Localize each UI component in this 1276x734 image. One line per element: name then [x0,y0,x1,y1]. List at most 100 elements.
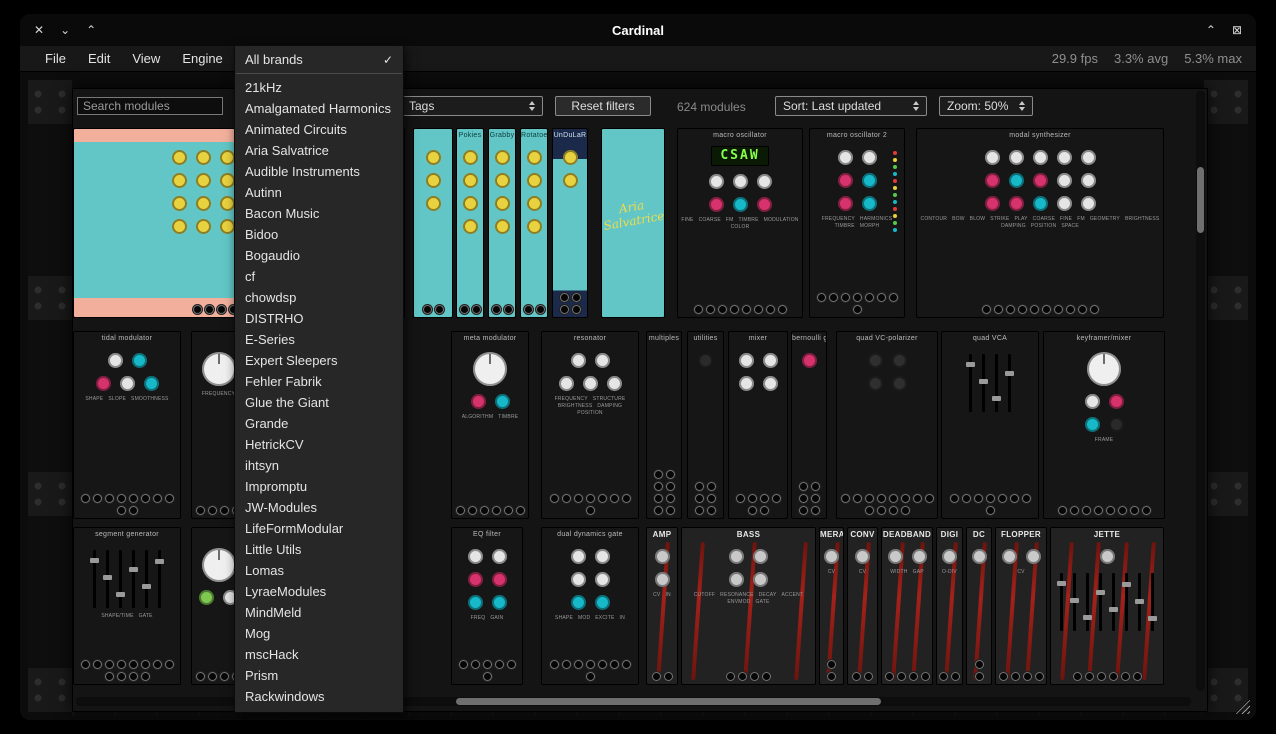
horizontal-scrollbar-thumb[interactable] [456,698,881,705]
brand-menu-item[interactable]: Bacon Music [235,203,403,224]
brand-menu-item[interactable]: JW-Modules [235,497,403,518]
brand-menu-item[interactable]: LifeFormModular [235,518,403,539]
brand-menu-item[interactable]: Amalgamated Harmonics [235,98,403,119]
jack-port [666,494,675,503]
jack-port [762,672,771,681]
sort-dropdown[interactable]: Sort: Last updated [775,96,927,116]
brand-menu-item[interactable]: Audible Instruments [235,161,403,182]
panel-close-icon[interactable]: ⊠ [1232,23,1242,37]
module-card[interactable]: UnDuLaR [552,128,588,318]
brand-menu-item[interactable]: Aria Salvatrice [235,140,403,161]
reset-filters-button[interactable]: Reset filters [555,96,651,116]
module-card[interactable]: CONVCV [847,527,878,685]
module-card[interactable]: dual dynamics gateSHAPEMODEXCITEIN [541,527,639,685]
module-labels: CV [1014,569,1027,575]
brand-menu-item[interactable]: MindMeld [235,602,403,623]
brand-menu-item[interactable]: chowdsp [235,287,403,308]
brand-menu-item[interactable]: cf [235,266,403,287]
brand-menu-item[interactable]: DISTRHO [235,308,403,329]
module-card[interactable]: modal synthesizerCONTOURBOWBLOWSTRIKEPLA… [916,128,1164,318]
jack-port [81,494,90,503]
brand-menu-item[interactable]: Animated Circuits [235,119,403,140]
module-card[interactable]: Aria Salvatrice [601,128,665,318]
module-card[interactable]: DIGIO-DIV [936,527,963,685]
brand-menu-item-label: mscHack [245,647,298,662]
module-card[interactable]: EQ filterFREQGAIN [451,527,523,685]
brand-menu-item-label: 21kHz [245,80,282,95]
module-card[interactable]: multiples [646,331,682,519]
module-card[interactable]: BASSCUTOFFRESONANCEDECAYACCENTENVMODGATE [681,527,816,685]
brand-menu-item[interactable]: Impromptu [235,476,403,497]
panel-collapse-icon[interactable]: ⌃ [1206,23,1216,37]
search-input[interactable] [77,97,223,115]
module-card[interactable]: keyframer/mixerFRAME [1043,331,1165,519]
module-card[interactable]: AMPCVIN [646,527,678,685]
knob-row [571,549,610,564]
zoom-dropdown[interactable]: Zoom: 50% [939,96,1033,116]
module-card[interactable] [413,128,453,318]
module-labels: FREQUENCYHARMONICSTIMBREMORPH [810,216,904,229]
module-card[interactable]: meta modulatorALGORITHMTIMBRE [451,331,529,519]
module-labels: O-DIV [939,569,960,575]
brand-menu-item[interactable]: HetrickCV [235,434,403,455]
module-card[interactable]: utilities [687,331,724,519]
module-title: multiples [647,332,681,345]
brand-menu-item[interactable]: Lomas [235,560,403,581]
module-card[interactable]: DEADBANDWIDTHGAP [881,527,933,685]
brand-menu-item[interactable]: 21kHz [235,77,403,98]
brand-menu-item[interactable]: LyraeModules [235,581,403,602]
jack-port [117,660,126,669]
module-card[interactable]: segment generatorSHAPE/TIMEGATE [73,527,181,685]
brand-menu-item[interactable]: Grande [235,413,403,434]
module-card[interactable]: FLOPPERCV [995,527,1047,685]
vertical-scrollbar[interactable] [1196,91,1205,691]
brand-menu-item[interactable]: Prism [235,665,403,686]
led-indicator [893,193,897,197]
knob-row [495,196,510,211]
jack-port [622,660,631,669]
module-card[interactable]: macro oscillatorCSAWFINECOARSEFMTIMBREMO… [677,128,803,318]
menu-edit[interactable]: Edit [77,51,121,66]
module-card[interactable]: tidal modulatorSHAPESLOPESMOOTHNESS [73,331,181,519]
knob [733,174,748,189]
module-card[interactable]: bernoulli gate [791,331,827,519]
brand-menu-item[interactable]: Expert Sleepers [235,350,403,371]
module-card[interactable]: DC [966,527,992,685]
brand-menu-item[interactable]: Little Utils [235,539,403,560]
menu-engine[interactable]: Engine [171,51,233,66]
brand-menu-item[interactable]: Bidoo [235,224,403,245]
brand-menu-item[interactable]: E-Series [235,329,403,350]
knob [862,150,877,165]
module-card[interactable]: mixer [728,331,788,519]
module-label: COARSE [1033,216,1055,222]
module-label: STRIKE [990,216,1009,222]
module-card[interactable]: macro oscillator 2FREQUENCYHARMONICSTIMB… [809,128,905,318]
brand-menu-item[interactable]: Autinn [235,182,403,203]
module-label: O-DIV [942,569,957,575]
module-card[interactable]: Pokies [456,128,484,318]
brand-menu-item[interactable]: mscHack [235,644,403,665]
menu-file[interactable]: File [34,51,77,66]
brand-menu-item[interactable]: Fehler Fabrik [235,371,403,392]
knob [985,173,1000,188]
brand-menu-item[interactable]: ihtsyn [235,455,403,476]
jack-port [750,672,759,681]
tags-dropdown[interactable]: Tags [401,96,543,116]
brand-menu-item[interactable]: All brands✓ [235,49,403,70]
slider [1151,573,1154,631]
brand-menu-item[interactable]: Mog [235,623,403,644]
module-card[interactable]: MERACV [819,527,844,685]
module-card[interactable]: quad VC-polarizer [836,331,938,519]
menu-view[interactable]: View [121,51,171,66]
module-card[interactable]: resonatorFREQUENCYSTRUCTUREBRIGHTNESSDAM… [541,331,639,519]
brand-menu-item[interactable]: Bogaudio [235,245,403,266]
knob [892,353,907,368]
module-card[interactable]: quad VCA [941,331,1039,519]
brand-menu-item[interactable]: Rackwindows [235,686,403,707]
module-card[interactable]: Rotatoes [520,128,548,318]
jack-port [560,305,569,314]
vertical-scrollbar-thumb[interactable] [1197,167,1204,233]
module-card[interactable]: JETTE [1050,527,1164,685]
brand-menu-item[interactable]: Glue the Giant [235,392,403,413]
module-card[interactable]: Grabby [488,128,516,318]
